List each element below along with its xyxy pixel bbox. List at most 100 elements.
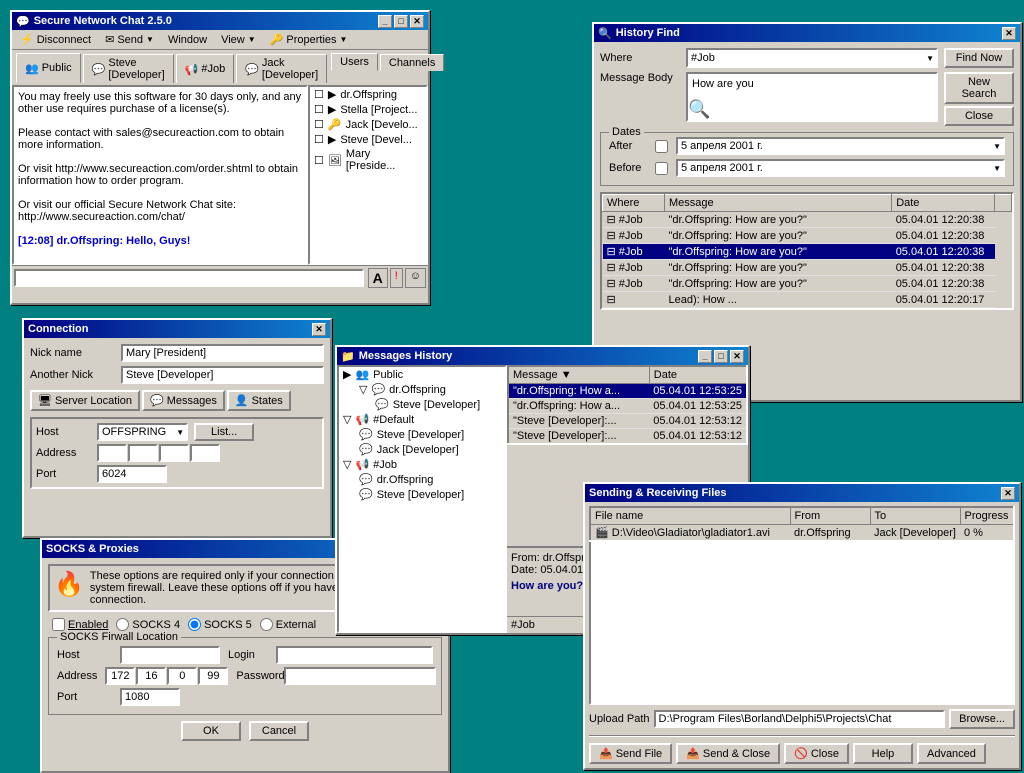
msg-row-3[interactable]: "Steve [Developer]:... 05.04.01 12:53:12 xyxy=(508,414,747,429)
before-checkbox[interactable] xyxy=(655,162,668,175)
help-button[interactable]: Help xyxy=(853,743,913,764)
ip-octet-3[interactable] xyxy=(159,444,189,462)
result-row[interactable]: ⊟ #Job "dr.Offspring: How are you?" 05.0… xyxy=(603,260,1012,276)
result-row[interactable]: ⊟ #Job "dr.Offspring: How are you?" 05.0… xyxy=(603,212,1012,228)
sending-files-titlebar[interactable]: Sending & Receiving Files ✕ xyxy=(585,484,1019,502)
alert-button[interactable]: ! xyxy=(390,268,403,288)
tree-default[interactable]: ▽ 📢 #Default xyxy=(339,412,505,427)
result-row-selected[interactable]: ⊟ #Job "dr.Offspring: How are you?" 05.0… xyxy=(603,244,1012,260)
window-menu[interactable]: Window xyxy=(162,31,213,48)
fw-host-input[interactable] xyxy=(120,646,220,664)
cancel-button[interactable]: Cancel xyxy=(249,721,309,741)
socks4-radio-label[interactable]: SOCKS 4 xyxy=(116,618,180,631)
tab-users[interactable]: Users xyxy=(331,53,378,71)
enabled-checkbox-label[interactable]: Enabled xyxy=(52,618,108,631)
disconnect-menu[interactable]: ⚡ Disconnect xyxy=(14,31,97,48)
hf-close-button[interactable]: ✕ xyxy=(1002,27,1016,40)
user-steve[interactable]: ☐ ▶ Steve [Devel... xyxy=(310,132,426,147)
server-location-tab[interactable]: 🖥 Server Location xyxy=(30,390,140,411)
sf-close-button[interactable]: ✕ xyxy=(1001,487,1015,500)
fw-ip-3[interactable] xyxy=(167,667,197,685)
tab-job[interactable]: 📢 #Job xyxy=(176,54,235,83)
host-dropdown[interactable]: OFFSPRING xyxy=(97,423,188,441)
conn-close-button[interactable]: ✕ xyxy=(312,323,326,336)
msg-row-1[interactable]: "dr.Offspring: How a... 05.04.01 12:53:2… xyxy=(508,384,747,399)
enabled-checkbox[interactable] xyxy=(52,618,65,631)
close-button[interactable]: ✕ xyxy=(410,15,424,28)
user-stella[interactable]: ☐ ▶ Stella [Project... xyxy=(310,102,426,117)
hf-close-btn[interactable]: Close xyxy=(944,106,1014,126)
message-body-input[interactable]: How are you xyxy=(686,72,938,122)
socks5-radio-label[interactable]: SOCKS 5 xyxy=(188,618,252,631)
fw-port-input[interactable] xyxy=(120,688,180,706)
ip-octet-2[interactable] xyxy=(128,444,158,462)
tree-steve-pub[interactable]: 💬 Steve [Developer] xyxy=(371,397,505,412)
another-nick-input[interactable] xyxy=(121,366,324,384)
tree-jack-def[interactable]: 💬 Jack [Developer] xyxy=(355,442,505,457)
tree-offspring-main[interactable]: ▽ 💬 dr.Offspring xyxy=(355,382,505,397)
tree-offspring-job[interactable]: 💬 dr.Offspring xyxy=(355,472,505,487)
send-menu[interactable]: ✉ Send ▼ xyxy=(99,31,160,48)
before-dropdown[interactable]: 5 апреля 2001 г. xyxy=(676,159,1005,177)
tab-steve[interactable]: 💬 Steve [Developer] xyxy=(83,54,174,83)
fw-login-input[interactable] xyxy=(276,646,433,664)
socks4-radio[interactable] xyxy=(116,618,129,631)
tree-public[interactable]: ▶ 👥 Public xyxy=(339,367,505,382)
result-row[interactable]: ⊟ Lead): How ... 05.04.01 12:20:17 xyxy=(603,292,1012,308)
send-file-button[interactable]: 📤 Send File xyxy=(589,743,672,764)
mh-minimize[interactable]: _ xyxy=(698,350,712,363)
tab-channels[interactable]: Channels xyxy=(380,54,444,71)
connection-titlebar[interactable]: Connection ✕ xyxy=(24,320,330,338)
browse-button[interactable]: Browse... xyxy=(949,709,1015,729)
find-now-button[interactable]: Find Now xyxy=(944,48,1014,68)
mh-maximize[interactable]: □ xyxy=(714,350,728,363)
mh-close[interactable]: ✕ xyxy=(730,350,744,363)
fw-ip-4[interactable] xyxy=(198,667,228,685)
fw-ip-1[interactable] xyxy=(105,667,135,685)
tree-steve-def[interactable]: 💬 Steve [Developer] xyxy=(355,427,505,442)
file-row[interactable]: 🎬 D:\Video\Gladiator\gladiator1.avi dr.O… xyxy=(590,525,1014,542)
fw-ip-2[interactable] xyxy=(136,667,166,685)
ip-octet-4[interactable] xyxy=(190,444,220,462)
after-dropdown[interactable]: 5 апреля 2001 г. xyxy=(676,137,1005,155)
user-jack[interactable]: ☐ 🔑 Jack [Develo... xyxy=(310,117,426,132)
after-checkbox[interactable] xyxy=(655,140,668,153)
where-dropdown[interactable]: #Job xyxy=(686,48,938,68)
msg-row-2[interactable]: "dr.Offspring: How a... 05.04.01 12:53:2… xyxy=(508,399,747,414)
port-input[interactable] xyxy=(97,465,167,483)
result-row[interactable]: ⊟ #Job "dr.Offspring: How are you?" 05.0… xyxy=(603,228,1012,244)
advanced-button[interactable]: Advanced xyxy=(917,743,986,764)
external-radio-label[interactable]: External xyxy=(260,618,316,631)
history-find-titlebar[interactable]: 🔍 History Find ✕ xyxy=(594,24,1020,42)
result-row[interactable]: ⊟ #Job "dr.Offspring: How are you?" 05.0… xyxy=(603,276,1012,292)
states-tab[interactable]: 👤 States xyxy=(227,390,291,411)
maximize-button[interactable]: □ xyxy=(394,15,408,28)
ok-button[interactable]: OK xyxy=(181,721,241,741)
minimize-button[interactable]: _ xyxy=(378,15,392,28)
msg-row-4[interactable]: "Steve [Developer]:... 05.04.01 12:53:12 xyxy=(508,429,747,445)
user-mary[interactable]: ☐ 🖼 Mary [Preside... xyxy=(310,147,426,173)
send-close-button[interactable]: 📤 Send & Close xyxy=(676,743,780,764)
tree-steve-job[interactable]: 💬 Steve [Developer] xyxy=(355,487,505,502)
view-menu[interactable]: View ▼ xyxy=(215,31,262,48)
nick-name-input[interactable] xyxy=(121,344,324,362)
tab-jack[interactable]: 💬 Jack [Developer] xyxy=(236,54,327,83)
sf-close-btn[interactable]: 🚫 Close xyxy=(784,743,849,764)
main-chat-titlebar[interactable]: 💬 Secure Network Chat 2.5.0 _ □ ✕ xyxy=(12,12,428,30)
fw-password-input[interactable] xyxy=(284,667,436,685)
messages-tab[interactable]: 💬 Messages xyxy=(142,390,225,411)
bold-button[interactable]: A xyxy=(368,268,388,288)
emoticon-button[interactable]: ☺ xyxy=(405,268,426,288)
messages-history-titlebar[interactable]: 📁 Messages History _ □ ✕ xyxy=(337,347,748,365)
tree-job[interactable]: ▽ 📢 #Job xyxy=(339,457,505,472)
list-button[interactable]: List... xyxy=(194,423,254,441)
tab-public[interactable]: 👥 Public xyxy=(16,53,81,83)
new-search-button[interactable]: New Search xyxy=(944,72,1014,104)
user-offspring[interactable]: ☐ ▶ dr.Offspring xyxy=(310,87,426,102)
socks5-radio[interactable] xyxy=(188,618,201,631)
upload-path-input[interactable] xyxy=(654,710,946,728)
external-radio[interactable] xyxy=(260,618,273,631)
chat-input[interactable] xyxy=(14,269,364,287)
ip-octet-1[interactable] xyxy=(97,444,127,462)
properties-menu[interactable]: 🔑 Properties ▼ xyxy=(264,31,354,48)
